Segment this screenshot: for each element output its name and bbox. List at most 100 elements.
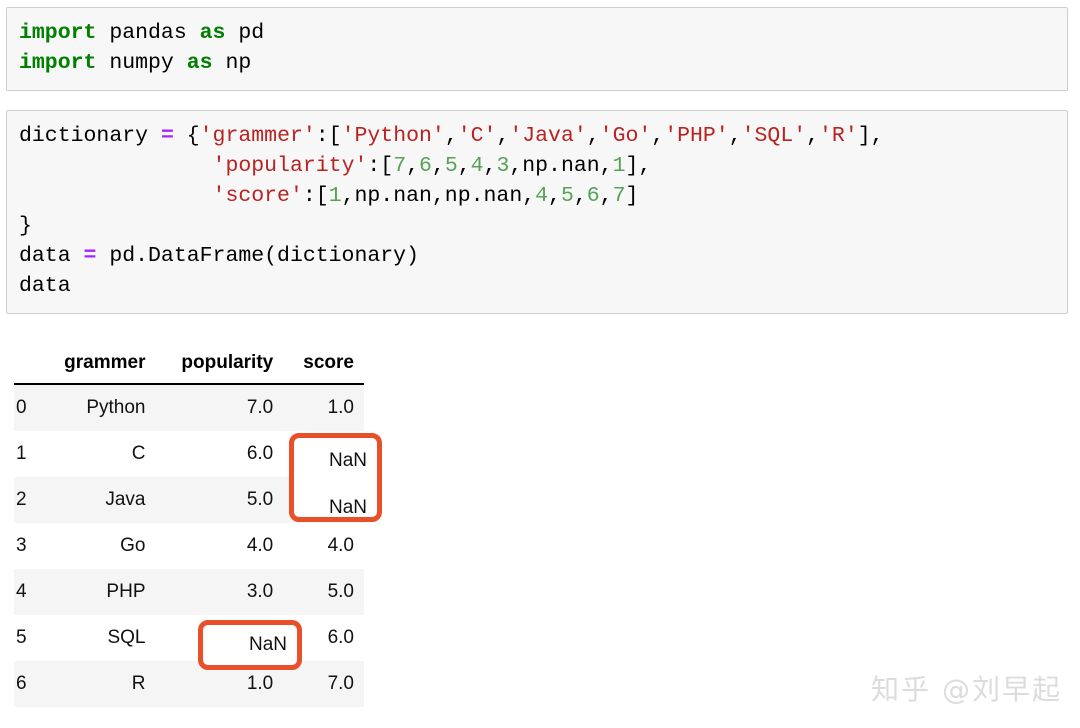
column-header-grammer: grammer [39,352,156,385]
code-token-pln: , [806,124,820,148]
code-token-str: 'SQL' [741,124,807,148]
code-token-pln: :[ [367,154,394,178]
code-token-pln: , [586,124,600,148]
code-token-pln: dictionary [19,124,161,148]
row-index: 1 [14,431,40,477]
dataframe-output: grammer popularity score 0 Python 7.0 1.0 1 C… [14,352,364,707]
row-index: 2 [14,477,40,523]
code-token-pln: , [728,124,742,148]
code-token-pln: } [19,214,32,238]
code-token-pln [19,154,213,178]
code-token-pln: ,np.nan,np.nan, [341,184,536,208]
code-token-pln [19,184,213,208]
cell-score: NaN [283,477,364,523]
cell-score: NaN [283,431,364,477]
code-line: } [19,211,1055,241]
dataframe-table: grammer popularity score 0 Python 7.0 1.0 1 C… [14,352,364,707]
table-row: 1 C 6.0 NaN [14,431,364,477]
code-cell-imports[interactable]: import pandas as pd import numpy as np [6,7,1068,91]
code-token-pln: , [483,154,497,178]
code-token-pln: numpy [96,51,187,75]
code-token-pln: data [19,244,84,268]
code-line: data [19,271,1055,301]
code-token-pln: pd [225,21,265,45]
code-line: import pandas as pd [19,18,1055,48]
code-token-pln: , [431,154,445,178]
column-header-index [14,352,40,385]
cell-popularity: 6.0 [155,431,284,477]
row-index: 6 [14,661,40,707]
code-token-pln: { [173,124,200,148]
code-token-pln: , [573,184,587,208]
row-index: 5 [14,615,40,661]
table-row: 5 SQL NaN 6.0 [14,615,364,661]
cell-score: 4.0 [283,523,364,569]
cell-grammer: C [39,431,156,477]
code-token-pln: , [651,124,665,148]
code-token-str: 'Go' [599,124,652,148]
zhihu-watermark: 知乎 @刘早起 [871,673,1062,706]
code-cell-1-body[interactable]: import pandas as pd import numpy as np [19,18,1055,78]
code-token-num: 7 [612,184,626,208]
code-token-pln: ], [857,124,884,148]
code-token-kw: import [19,51,97,75]
code-token-str: 'C' [457,124,497,148]
code-token-num: 7 [393,154,407,178]
code-token-pln: ,np.nan, [509,154,613,178]
code-token-pln: , [406,154,419,178]
code-token-pln: pandas [96,21,200,45]
table-row: 4 PHP 3.0 5.0 [14,569,364,615]
cell-grammer: Python [39,384,156,431]
cell-popularity: 1.0 [155,661,284,707]
cell-grammer: Java [39,477,156,523]
column-header-popularity: popularity [155,352,284,385]
code-line: 'popularity':[7,6,5,4,3,np.nan,1], [19,151,1055,181]
code-token-num: 4 [535,184,549,208]
code-token-num: 1 [328,184,342,208]
code-cell-dataframe-definition[interactable]: dictionary = {'grammer':['Python','C','J… [6,110,1068,314]
code-token-op: = [160,124,174,148]
code-token-pln: , [599,184,613,208]
code-token-pln: data [19,274,71,298]
row-index: 3 [14,523,40,569]
code-token-str: 'grammer' [199,124,316,148]
code-token-pln: ], [625,154,652,178]
dataframe-head: grammer popularity score [14,352,364,385]
code-token-str: 'Python' [341,124,445,148]
code-token-num: 6 [419,154,432,178]
cell-grammer: PHP [39,569,156,615]
code-token-str: 'PHP' [664,124,729,148]
code-line: dictionary = {'grammer':['Python','C','J… [19,121,1055,151]
cell-popularity: 4.0 [155,523,284,569]
code-token-str: 'popularity' [212,154,368,178]
code-token-num: 5 [560,184,574,208]
dataframe-header-row: grammer popularity score [14,352,364,385]
code-token-pln: , [548,184,561,208]
cell-score: 1.0 [283,384,364,431]
code-line: import numpy as np [19,48,1055,78]
row-index: 0 [14,384,40,431]
code-token-pln: , [444,124,458,148]
code-token-num: 4 [470,154,484,178]
code-token-op: = [83,244,97,268]
code-token-pln: np [212,51,252,75]
table-row: 2 Java 5.0 NaN [14,477,364,523]
code-token-str: 'R' [819,124,858,148]
code-token-num: 1 [612,154,626,178]
cell-popularity: NaN [155,615,284,661]
column-header-score: score [283,352,364,385]
code-token-pln: ] [625,184,639,208]
code-token-str: 'Java' [509,124,587,148]
code-token-num: 5 [444,154,458,178]
cell-grammer: SQL [39,615,156,661]
cell-grammer: R [39,661,156,707]
code-token-kw: as [199,21,226,45]
code-token-pln: , [457,154,471,178]
cell-popularity: 7.0 [155,384,284,431]
cell-popularity: 5.0 [155,477,284,523]
code-token-str: 'score' [212,184,303,208]
code-token-pln: , [496,124,510,148]
code-token-num: 3 [496,154,510,178]
code-token-kw: import [19,21,97,45]
code-cell-2-body[interactable]: dictionary = {'grammer':['Python','C','J… [19,121,1055,301]
